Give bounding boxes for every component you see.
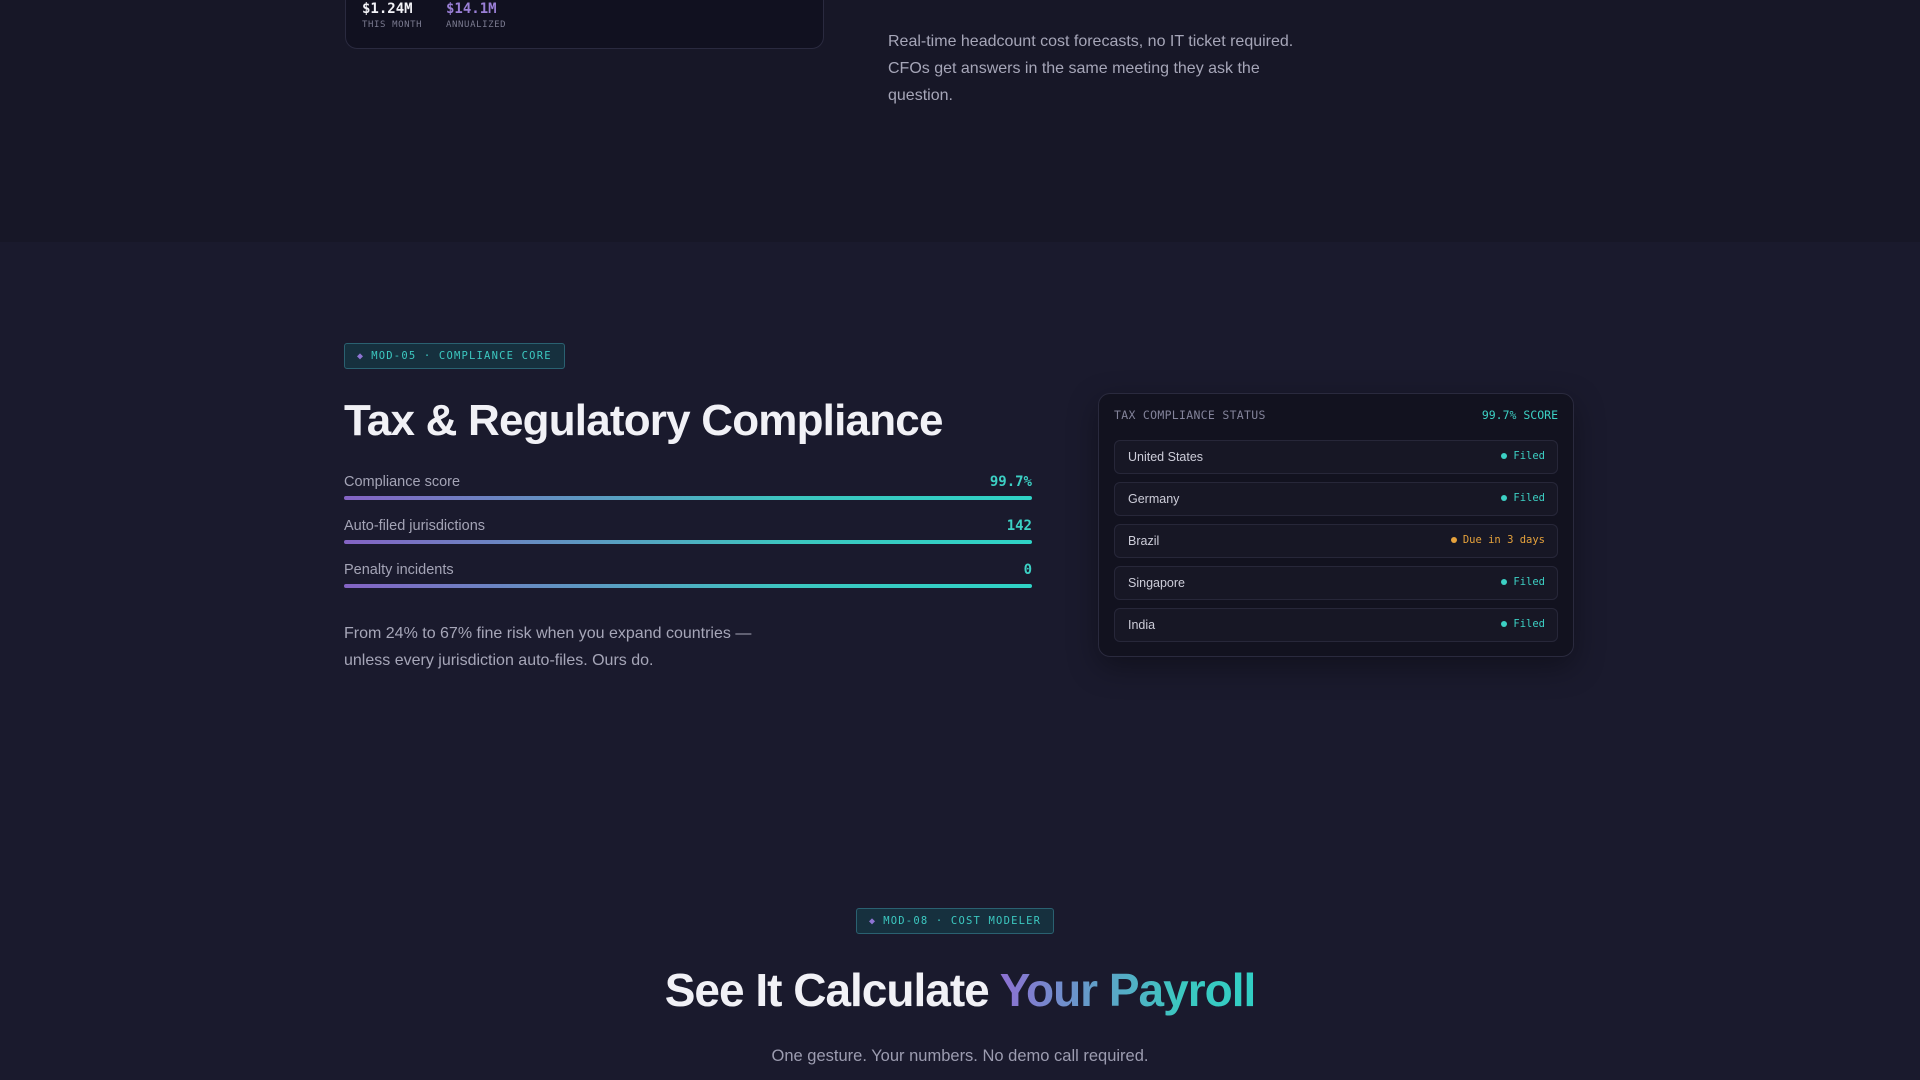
stat-annualized-value: $14.1M bbox=[446, 1, 497, 17]
compliance-description: From 24% to 67% fine risk when you expan… bbox=[344, 625, 752, 669]
forecast-description: Real-time headcount cost forecasts, no I… bbox=[888, 33, 1294, 104]
metric-value: 0 bbox=[1023, 562, 1032, 578]
status-text: Filed bbox=[1513, 450, 1545, 462]
status-text: Filed bbox=[1513, 576, 1545, 588]
stat-this-month-value: $1.24M bbox=[362, 1, 413, 17]
title-highlight: Your Payroll bbox=[999, 964, 1257, 1016]
status-list: United States Filed Germany Filed Brazil… bbox=[1114, 440, 1558, 650]
metric-auto-filed: Auto-filed jurisdictions 142 bbox=[344, 518, 1032, 558]
status-badge: Filed bbox=[1501, 576, 1545, 588]
compliance-title: Tax & Regulatory Compliance bbox=[344, 396, 943, 445]
title-plain: See It Calculate bbox=[664, 964, 990, 1016]
tax-status-card: TAX COMPLIANCE STATUS 99.7% SCORE United… bbox=[1098, 393, 1574, 657]
metric-compliance-score: Compliance score 99.7% bbox=[344, 474, 1032, 514]
status-row-brazil[interactable]: Brazil Due in 3 days bbox=[1114, 524, 1558, 558]
status-card-title: TAX COMPLIANCE STATUS bbox=[1114, 408, 1266, 422]
status-text: Filed bbox=[1513, 492, 1545, 504]
metric-penalty-incidents: Penalty incidents 0 bbox=[344, 562, 1032, 602]
metric-bar bbox=[344, 540, 1032, 544]
status-badge: Due in 3 days bbox=[1450, 534, 1545, 546]
country-name: Brazil bbox=[1128, 534, 1160, 548]
forecast-card: $1.24M THIS MONTH $14.1M ANNUALIZED bbox=[345, 0, 824, 49]
status-dot-icon bbox=[1501, 495, 1508, 501]
country-name: India bbox=[1128, 618, 1156, 632]
module-tag-cost-modeler: ◆ MOD-08 · COST MODELER bbox=[856, 908, 1055, 934]
status-row-united-states[interactable]: United States Filed bbox=[1114, 440, 1558, 474]
cost-modeler-subtitle: One gesture. Your numbers. No demo call … bbox=[771, 1047, 1149, 1065]
status-badge: Filed bbox=[1501, 492, 1545, 504]
diamond-icon: ◆ bbox=[357, 350, 365, 362]
module-tag-label: MOD-08 · COST MODELER bbox=[883, 915, 1042, 927]
cost-modeler-title: See It Calculate Your Payroll bbox=[0, 962, 1920, 1018]
status-badge: Filed bbox=[1501, 450, 1545, 462]
stat-annualized-label: ANNUALIZED bbox=[446, 20, 507, 30]
status-card-score: 99.7% SCORE bbox=[1481, 408, 1558, 422]
stat-this-month: $1.24M THIS MONTH bbox=[362, 1, 422, 30]
status-badge: Filed bbox=[1501, 618, 1545, 630]
stat-this-month-label: THIS MONTH bbox=[362, 20, 423, 30]
status-dot-icon bbox=[1450, 537, 1457, 543]
metric-label: Penalty incidents bbox=[344, 562, 454, 578]
module-tag-label: MOD-05 · COMPLIANCE CORE bbox=[371, 350, 552, 362]
status-dot-icon bbox=[1501, 621, 1508, 627]
country-name: Singapore bbox=[1128, 576, 1185, 590]
status-dot-icon bbox=[1501, 579, 1508, 585]
module-tag-compliance: ◆ MOD-05 · COMPLIANCE CORE bbox=[344, 343, 565, 369]
status-row-singapore[interactable]: Singapore Filed bbox=[1114, 566, 1558, 600]
metric-value: 142 bbox=[1006, 518, 1032, 534]
metric-value: 99.7% bbox=[989, 474, 1032, 490]
country-name: Germany bbox=[1128, 492, 1180, 506]
metric-bar bbox=[344, 496, 1032, 500]
status-row-germany[interactable]: Germany Filed bbox=[1114, 482, 1558, 516]
stat-annualized: $14.1M ANNUALIZED bbox=[446, 1, 506, 30]
status-text: Filed bbox=[1513, 618, 1545, 630]
metric-label: Auto-filed jurisdictions bbox=[344, 518, 486, 534]
metric-label: Compliance score bbox=[344, 474, 461, 490]
diamond-icon: ◆ bbox=[869, 915, 877, 927]
status-row-india[interactable]: India Filed bbox=[1114, 608, 1558, 642]
status-card-header: TAX COMPLIANCE STATUS 99.7% SCORE bbox=[1114, 408, 1558, 424]
country-name: United States bbox=[1128, 450, 1204, 464]
status-dot-icon bbox=[1501, 453, 1508, 459]
cost-forecast-section: $1.24M THIS MONTH $14.1M ANNUALIZED Real… bbox=[0, 0, 1920, 242]
metric-bar bbox=[344, 584, 1032, 588]
status-text: Due in 3 days bbox=[1462, 534, 1545, 546]
